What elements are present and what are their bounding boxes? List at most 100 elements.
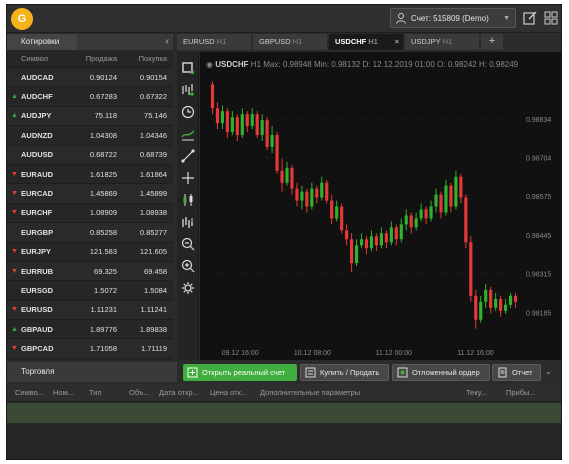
chevron-down-icon[interactable]: ⌄ xyxy=(545,367,552,376)
trade-column-header[interactable]: Дата откр... xyxy=(159,388,199,397)
y-tick-label: 0.98315 xyxy=(526,272,551,279)
trade-column-header[interactable]: Симво... xyxy=(15,388,44,397)
chart-type-icon[interactable] xyxy=(180,126,196,142)
candle-body xyxy=(265,120,269,147)
clock-icon[interactable] xyxy=(180,104,196,120)
quote-row[interactable]: ▼ GBPCAD 1.71058 1.71119 xyxy=(7,339,173,359)
zoom-in-icon[interactable] xyxy=(180,258,196,274)
quote-row[interactable]: ▲ AUDCHF 0.67283 0.67322 xyxy=(7,87,173,107)
actions-bar: Торговля Открыть реальный счет Купить / … xyxy=(7,362,561,382)
candle-body xyxy=(315,188,319,198)
quote-symbol: ▼ EURRUB xyxy=(7,267,73,276)
quotes-tab[interactable]: Котировки xyxy=(7,34,77,50)
bars-icon[interactable] xyxy=(180,214,196,230)
price-chart[interactable]: ◉ USDCHF H1 Max: 0.98948 Min: 0.98132 D:… xyxy=(200,52,562,360)
quote-row[interactable]: AUDUSD 0.68722 0.68739 xyxy=(7,145,173,165)
trendline-icon[interactable] xyxy=(180,148,196,164)
trade-column-header[interactable]: Тип xyxy=(89,388,102,397)
quotes-panel: Котировки ‹ Символ Продажа Покупка AUDCA… xyxy=(7,34,173,360)
candle-body xyxy=(349,239,354,264)
report-button[interactable]: Отчет xyxy=(492,364,541,381)
trade-column-header[interactable]: Дополнительные параметры xyxy=(260,388,360,397)
trade-column-header[interactable]: Цена отк... xyxy=(210,388,247,397)
quotes-list: AUDCAD 0.90124 0.90154 ▲ AUDCHF 0.67283 0.6732… xyxy=(7,68,173,359)
quote-row[interactable]: ▼ EURCHF 1.08909 1.08938 xyxy=(7,204,173,224)
close-icon[interactable]: × xyxy=(395,34,399,50)
crosshair-icon[interactable] xyxy=(180,170,196,186)
buy-sell-button[interactable]: Купить / Продать xyxy=(300,364,389,381)
eye-icon[interactable]: ◉ xyxy=(206,60,213,69)
quote-row[interactable]: ▲ AUDJPY 75.118 75.146 xyxy=(7,106,173,127)
chart-tab[interactable]: EURUSD H1 xyxy=(177,34,251,50)
chart-tab-symbol: GBPUSD xyxy=(259,37,291,46)
candle-body xyxy=(379,233,383,246)
candle-body xyxy=(364,239,369,249)
candle-body xyxy=(464,197,468,243)
logo: G xyxy=(11,8,33,30)
settings-icon[interactable] xyxy=(180,280,196,296)
chart-tabs: EURUSD H1 GBPUSD H1 USDCHF H1 × USDJPY H1 + xyxy=(177,34,561,50)
pending-order-button[interactable]: Отложенный ордер xyxy=(392,364,490,381)
quote-buy: 1.61864 xyxy=(139,169,167,179)
chart-tab[interactable]: USDJPY H1 xyxy=(405,34,479,50)
quote-buy: 1.45899 xyxy=(139,189,167,199)
quote-row[interactable]: EURGBP 0.85258 0.85277 xyxy=(7,223,173,243)
account-selector[interactable]: Счет: 515809 (Demo) ▼ xyxy=(390,8,516,28)
open-real-account-button[interactable]: Открыть реальный счет xyxy=(183,364,297,381)
trade-column-header[interactable]: Теку... xyxy=(466,388,487,397)
quote-row[interactable]: ▼ EURAUD 1.61825 1.61864 xyxy=(7,165,173,185)
add-tab-button[interactable]: + xyxy=(481,34,503,50)
quote-sell: 121.583 xyxy=(89,247,117,257)
candle-body xyxy=(479,301,483,320)
chart-tab-timeframe: H1 xyxy=(368,37,378,46)
candles-icon[interactable] xyxy=(180,192,196,208)
arrow-up-icon: ▲ xyxy=(11,325,18,333)
chart-tab[interactable]: GBPUSD H1 xyxy=(253,34,327,50)
quote-row[interactable]: ▼ EURCAD 1.45869 1.45899 xyxy=(7,184,173,204)
trade-column-header[interactable]: Прибы... xyxy=(506,388,536,397)
candle-body xyxy=(414,218,418,228)
candle-body xyxy=(260,120,264,136)
arrow-up-icon: ▲ xyxy=(11,112,18,120)
column-buy[interactable]: Покупка xyxy=(123,54,173,63)
indicators-icon[interactable] xyxy=(180,82,196,98)
quote-row[interactable]: ▼ EURJPY 121.583 121.605 xyxy=(7,243,173,262)
trade-column-header[interactable]: Объ... xyxy=(129,388,150,397)
quote-row[interactable]: ▼ EURRUB 69.325 69.458 xyxy=(7,261,173,282)
candle-body xyxy=(384,233,388,243)
chart-tab-timeframe: H1 xyxy=(216,37,227,46)
trading-tab[interactable]: Торговля xyxy=(7,362,177,382)
candle-body xyxy=(374,236,379,246)
candle-body xyxy=(484,289,488,302)
quote-row[interactable]: EURSGD 1.5072 1.5084 xyxy=(7,281,173,301)
column-symbol[interactable]: Символ xyxy=(7,54,73,63)
quote-symbol-label: AUDUSD xyxy=(21,150,54,160)
crosshair-select-icon[interactable] xyxy=(180,60,196,76)
trade-column-header[interactable]: Ном... xyxy=(53,388,74,397)
chart-tab-symbol: EURUSD xyxy=(183,37,215,46)
quote-row[interactable]: ▼ EURUSD 1.11231 1.11241 xyxy=(7,300,173,321)
column-sell[interactable]: Продажа xyxy=(73,54,123,63)
quote-row[interactable]: AUDCAD 0.90124 0.90154 xyxy=(7,68,173,88)
zoom-out-icon[interactable] xyxy=(180,236,196,252)
account-icon xyxy=(187,367,198,378)
chevron-left-icon[interactable]: ‹ xyxy=(166,36,169,47)
candle-body xyxy=(310,188,314,207)
buy-sell-label: Купить / Продать xyxy=(320,368,380,377)
y-tick-label: 0.98185 xyxy=(526,310,551,317)
quote-symbol: AUDNZD xyxy=(7,131,73,140)
edit-icon[interactable] xyxy=(522,10,538,26)
candle-body xyxy=(280,170,284,183)
arrow-down-icon: ▼ xyxy=(11,248,18,256)
candle-body xyxy=(225,111,229,133)
candle-body xyxy=(404,215,408,225)
chart-tab[interactable]: USDCHF H1 × xyxy=(329,34,403,50)
y-tick-label: 0.98834 xyxy=(526,117,551,124)
layout-grid-icon[interactable] xyxy=(543,10,559,26)
quote-row[interactable]: AUDNZD 1.04308 1.04346 xyxy=(7,126,173,146)
quote-row[interactable]: ▲ GBPAUD 1.89776 1.89838 xyxy=(7,320,173,340)
trade-table-row[interactable] xyxy=(7,403,561,423)
candle-body xyxy=(245,114,249,127)
quote-buy: 1.08938 xyxy=(139,208,167,218)
chart-canvas[interactable]: 0.98834 0.98704 0.98575 0.98445 0.98315 0.981… xyxy=(200,52,562,360)
